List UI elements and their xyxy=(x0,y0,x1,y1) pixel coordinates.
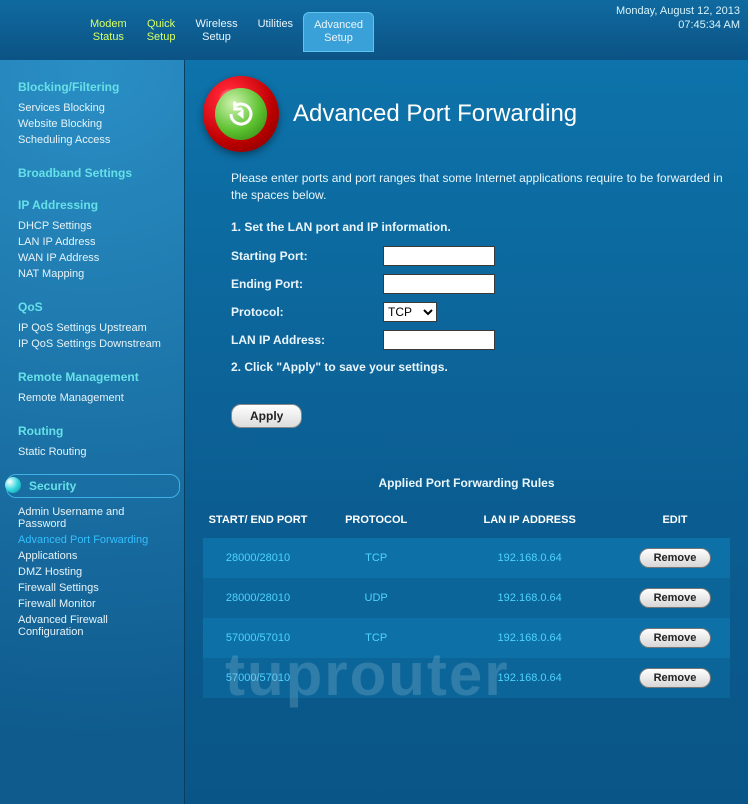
nav-label: Setup xyxy=(202,31,231,43)
section-qos: QoS xyxy=(18,300,174,314)
th-protocol: PROTOCOL xyxy=(313,508,439,538)
security-orb-icon xyxy=(5,477,21,493)
cell-port: 28000/28010 xyxy=(203,578,313,618)
section-ip-addressing: IP Addressing xyxy=(18,198,174,212)
page-icon xyxy=(203,76,279,152)
sidebar: Blocking/Filtering Services Blocking Web… xyxy=(0,60,185,804)
cell-protocol: UDP xyxy=(313,578,439,618)
time-text: 07:45:34 AM xyxy=(678,19,740,31)
date-text: Monday, August 12, 2013 xyxy=(616,5,740,17)
sidebar-item-qos-downstream[interactable]: IP QoS Settings Downstream xyxy=(18,336,174,352)
cell-port: 28000/28010 xyxy=(203,538,313,578)
row-ending-port: Ending Port: xyxy=(231,274,730,294)
cell-lanip: 192.168.0.64 xyxy=(439,538,620,578)
step1-text: 1. Set the LAN port and IP information. xyxy=(231,220,730,234)
row-starting-port: Starting Port: xyxy=(231,246,730,266)
th-edit: EDIT xyxy=(620,508,730,538)
nav-label: Wireless xyxy=(195,18,237,30)
apply-button[interactable]: Apply xyxy=(231,404,302,428)
input-ending-port[interactable] xyxy=(383,274,495,294)
cell-protocol: TCP xyxy=(313,538,439,578)
label-protocol: Protocol: xyxy=(231,305,371,319)
datetime: Monday, August 12, 2013 07:45:34 AM xyxy=(616,4,740,33)
main-content: Advanced Port Forwarding Please enter po… xyxy=(185,60,748,804)
table-row: 57000/57010 TCP 192.168.0.64 Remove xyxy=(203,618,730,658)
section-security: Security xyxy=(6,474,180,498)
sidebar-item-scheduling-access[interactable]: Scheduling Access xyxy=(18,132,174,148)
security-title: Security xyxy=(29,479,76,493)
page-header: Advanced Port Forwarding xyxy=(203,76,730,152)
label-lan-ip: LAN IP Address: xyxy=(231,333,371,347)
sidebar-item-wan-ip-address[interactable]: WAN IP Address xyxy=(18,250,174,266)
sidebar-item-remote-management[interactable]: Remote Management xyxy=(18,390,174,406)
th-port: START/ END PORT xyxy=(203,508,313,538)
section-remote-management: Remote Management xyxy=(18,370,174,384)
sidebar-item-advanced-port-forwarding[interactable]: Advanced Port Forwarding xyxy=(18,532,174,548)
row-lan-ip: LAN IP Address: xyxy=(231,330,730,350)
sidebar-item-dhcp-settings[interactable]: DHCP Settings xyxy=(18,218,174,234)
nav-advanced-setup[interactable]: Advanced Setup xyxy=(303,12,374,52)
nav-utilities[interactable]: Utilities xyxy=(248,18,303,31)
table-row: 28000/28010 TCP 192.168.0.64 Remove xyxy=(203,538,730,578)
cell-lanip: 192.168.0.64 xyxy=(439,578,620,618)
input-lan-ip[interactable] xyxy=(383,330,495,350)
nav-label: Advanced xyxy=(314,19,363,31)
sidebar-item-lan-ip-address[interactable]: LAN IP Address xyxy=(18,234,174,250)
row-protocol: Protocol: TCP xyxy=(231,302,730,322)
nav-label: Status xyxy=(93,31,124,43)
select-protocol[interactable]: TCP xyxy=(383,302,437,322)
remove-button[interactable]: Remove xyxy=(639,588,712,608)
intro-text: Please enter ports and port ranges that … xyxy=(231,170,730,204)
sidebar-item-admin-user-password[interactable]: Admin Username and Password xyxy=(18,504,174,532)
section-routing: Routing xyxy=(18,424,174,438)
nav-label: Utilities xyxy=(258,18,293,30)
remove-button[interactable]: Remove xyxy=(639,548,712,568)
th-lanip: LAN IP ADDRESS xyxy=(439,508,620,538)
sidebar-item-website-blocking[interactable]: Website Blocking xyxy=(18,116,174,132)
cell-lanip: 192.168.0.64 xyxy=(439,658,620,698)
nav-label: Setup xyxy=(324,32,353,44)
rules-table: START/ END PORT PROTOCOL LAN IP ADDRESS … xyxy=(203,508,730,698)
table-row: 28000/28010 UDP 192.168.0.64 Remove xyxy=(203,578,730,618)
nav-modem-status[interactable]: Modem Status xyxy=(80,18,137,44)
cell-lanip: 192.168.0.64 xyxy=(439,618,620,658)
cell-port: 57000/57010 xyxy=(203,618,313,658)
cell-protocol xyxy=(313,658,439,698)
label-starting-port: Starting Port: xyxy=(231,249,371,263)
arrow-icon xyxy=(226,99,256,129)
sidebar-item-firewall-settings[interactable]: Firewall Settings xyxy=(18,580,174,596)
nav-label: Setup xyxy=(147,31,176,43)
sidebar-item-static-routing[interactable]: Static Routing xyxy=(18,444,174,460)
remove-button[interactable]: Remove xyxy=(639,628,712,648)
nav-label: Modem xyxy=(90,18,127,30)
sidebar-item-advanced-firewall-config[interactable]: Advanced Firewall Configuration xyxy=(18,612,174,640)
section-broadband-settings: Broadband Settings xyxy=(18,166,174,180)
step2-text: 2. Click "Apply" to save your settings. xyxy=(231,360,730,374)
section-blocking-filtering: Blocking/Filtering xyxy=(18,80,174,94)
sidebar-item-applications[interactable]: Applications xyxy=(18,548,174,564)
sidebar-item-firewall-monitor[interactable]: Firewall Monitor xyxy=(18,596,174,612)
sidebar-item-dmz-hosting[interactable]: DMZ Hosting xyxy=(18,564,174,580)
label-ending-port: Ending Port: xyxy=(231,277,371,291)
input-starting-port[interactable] xyxy=(383,246,495,266)
page-title: Advanced Port Forwarding xyxy=(293,100,577,128)
sidebar-item-nat-mapping[interactable]: NAT Mapping xyxy=(18,266,174,282)
sidebar-item-services-blocking[interactable]: Services Blocking xyxy=(18,100,174,116)
nav-wireless-setup[interactable]: Wireless Setup xyxy=(185,18,247,44)
rules-title: Applied Port Forwarding Rules xyxy=(203,476,730,490)
remove-button[interactable]: Remove xyxy=(639,668,712,688)
cell-port: 57000/57010 xyxy=(203,658,313,698)
nav-quick-setup[interactable]: Quick Setup xyxy=(137,18,186,44)
sidebar-item-qos-upstream[interactable]: IP QoS Settings Upstream xyxy=(18,320,174,336)
nav-label: Quick xyxy=(147,18,175,30)
table-row: 57000/57010 192.168.0.64 Remove xyxy=(203,658,730,698)
table-header-row: START/ END PORT PROTOCOL LAN IP ADDRESS … xyxy=(203,508,730,538)
top-nav: Modem Status Quick Setup Wireless Setup … xyxy=(0,0,748,60)
cell-protocol: TCP xyxy=(313,618,439,658)
